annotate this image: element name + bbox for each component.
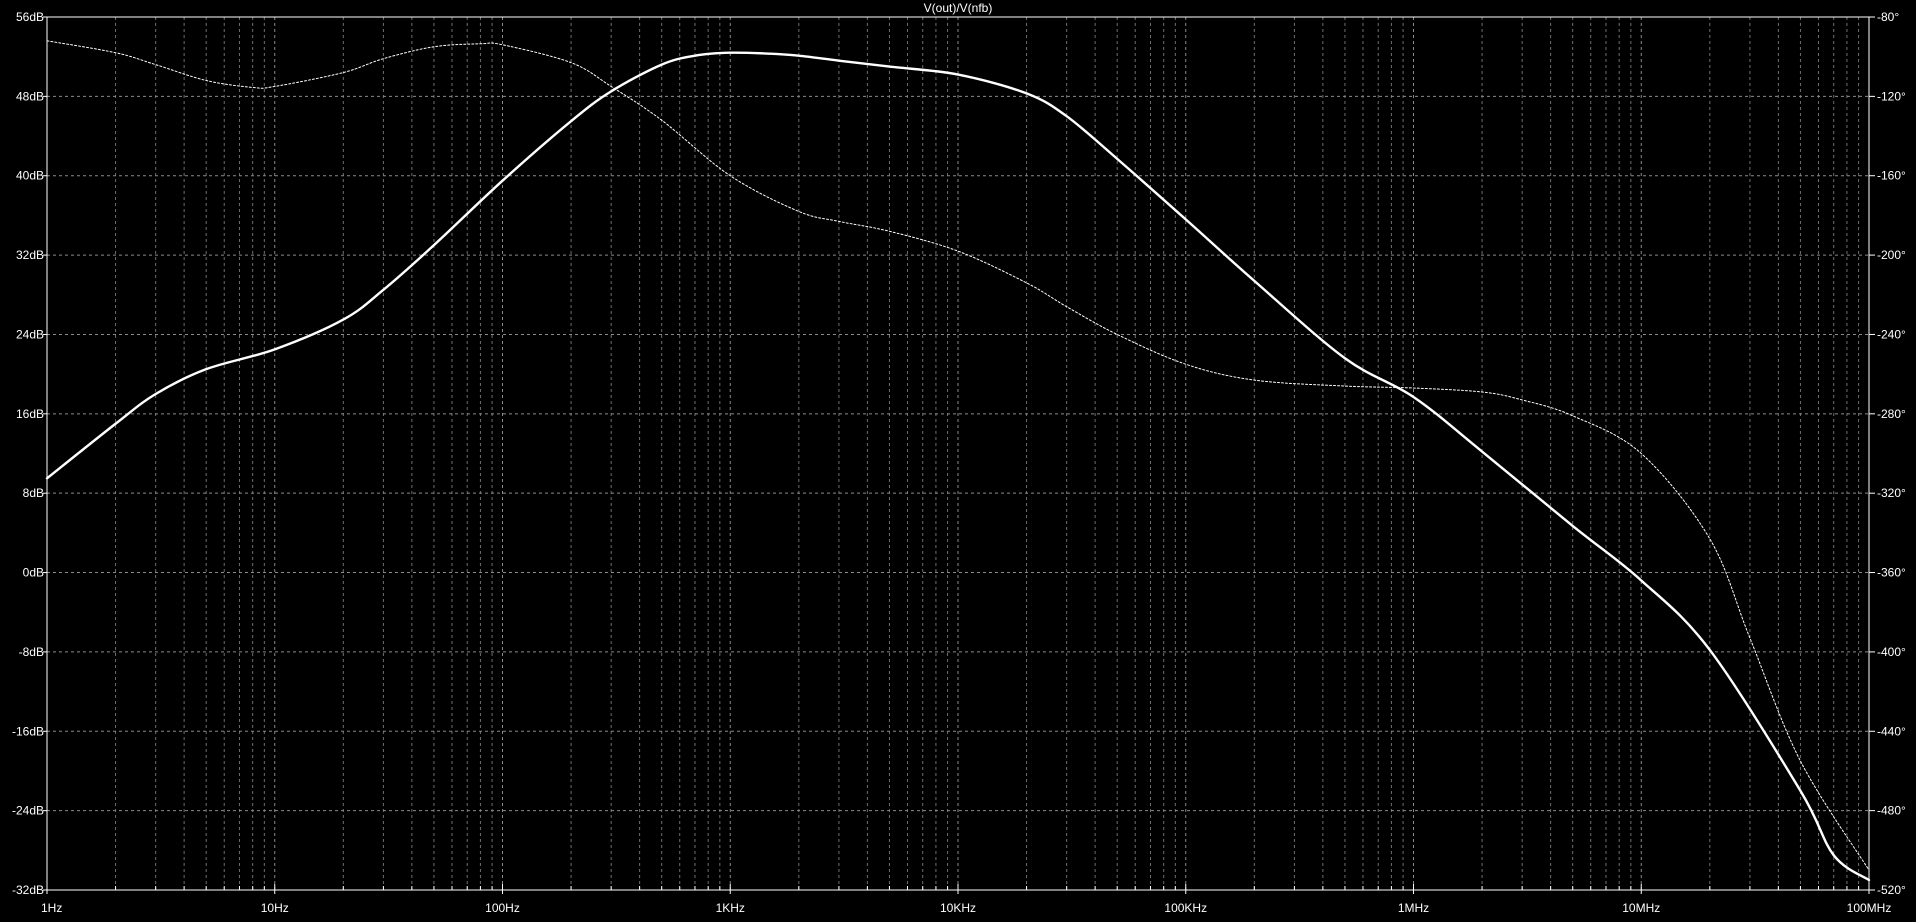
y-right-tick-label: -80° (1877, 10, 1899, 24)
y-right-tick-label: -240° (1877, 327, 1906, 341)
y-right-tick-label: -400° (1877, 645, 1906, 659)
y-left-tick-label: 32dB (16, 248, 44, 262)
y-left-tick-label: 40dB (16, 169, 44, 183)
x-tick-label: 1KHz (716, 901, 745, 915)
y-right-tick-label: -200° (1877, 248, 1906, 262)
y-right-tick-label: -520° (1877, 883, 1906, 897)
y-left-tick-label: -8dB (19, 645, 44, 659)
chart-title: V(out)/V(nfb) (924, 1, 993, 15)
labels-layer: 1Hz 10Hz 100Hz 1KHz 10KHz 100KHz 1MHz 10MHz 100M… (12, 10, 1906, 915)
y-left-tick-label: -32dB (12, 883, 44, 897)
y-right-tick-label: -280° (1877, 407, 1906, 421)
y-left-tick-label: 24dB (16, 327, 44, 341)
y-left-tick-label: -24dB (12, 804, 44, 818)
y-left-tick-label: 8dB (23, 486, 44, 500)
y-left-tick-label: 0dB (23, 566, 44, 580)
x-tick-label: 100Hz (485, 901, 520, 915)
plot-frame (46, 16, 1870, 891)
y-right-tick-label: -120° (1877, 89, 1906, 103)
series-layer (45, 40, 1871, 882)
y-right-tick-label: -360° (1877, 566, 1906, 580)
bode-plot: 1Hz 10Hz 100Hz 1KHz 10KHz 100KHz 1MHz 10MHz 100M… (0, 0, 1916, 917)
x-tick-label: 1MHz (1398, 901, 1429, 915)
x-tick-label: 100KHz (1164, 901, 1207, 915)
x-tick-label: 100MHz (1847, 901, 1892, 915)
y-right-tick-label: -320° (1877, 486, 1906, 500)
y-left-tick-label: 16dB (16, 407, 44, 421)
ticks-layer (43, 16, 1875, 894)
y-left-tick-label: 48dB (16, 89, 44, 103)
x-tick-label: 10KHz (940, 901, 976, 915)
x-tick-label: 10Hz (261, 901, 289, 915)
x-tick-label: 10MHz (1622, 901, 1660, 915)
y-right-tick-label: -160° (1877, 169, 1906, 183)
chart-svg: 1Hz 10Hz 100Hz 1KHz 10KHz 100KHz 1MHz 10MHz 100M… (12, 1, 1906, 915)
y-right-tick-label: -440° (1877, 724, 1906, 738)
grid-layer (47, 17, 1869, 890)
y-right-tick-label: -480° (1877, 804, 1906, 818)
y-left-tick-label: -16dB (12, 724, 44, 738)
y-left-tick-label: 56dB (16, 10, 44, 24)
x-tick-label: 1Hz (41, 901, 62, 915)
